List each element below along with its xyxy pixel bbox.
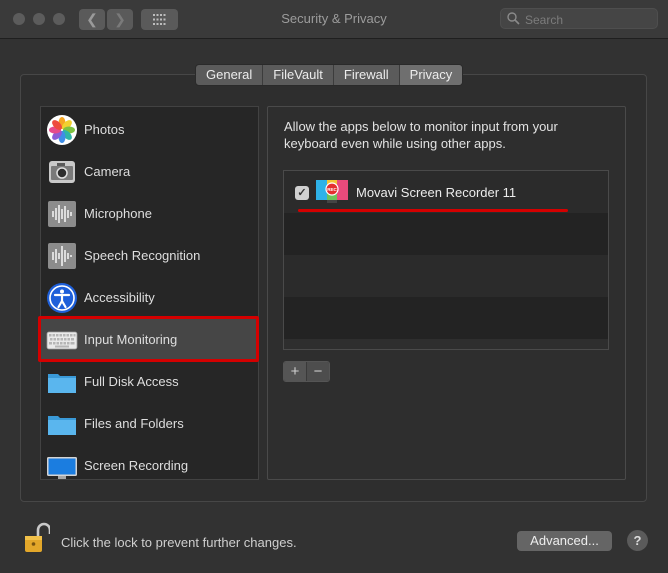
- underline-annotation: [298, 209, 568, 212]
- sidebar-item-label: Screen Recording: [84, 458, 189, 473]
- help-button[interactable]: ?: [627, 530, 648, 551]
- speech-recognition-icon: [48, 243, 76, 269]
- display-icon: [47, 457, 77, 479]
- camera-icon: [49, 161, 75, 183]
- lock-open-icon[interactable]: [22, 522, 50, 554]
- remove-app-button[interactable]: −: [306, 362, 329, 381]
- accessibility-icon: [47, 283, 77, 313]
- search-input[interactable]: [523, 11, 655, 28]
- sidebar-item-speech-recognition[interactable]: Speech Recognition: [41, 235, 258, 277]
- rec-label: REC: [327, 187, 337, 192]
- app-list[interactable]: ✓ REC Movavi Screen Recorder 11: [283, 170, 609, 350]
- title-bar: ❮ ❯ Security & Privacy: [0, 0, 668, 39]
- sidebar-item-label: Photos: [84, 122, 125, 137]
- add-remove-control: + −: [283, 361, 330, 382]
- folder-icon: [48, 374, 76, 393]
- sidebar-item-label: Files and Folders: [84, 416, 184, 431]
- privacy-category-list[interactable]: Photos Camera Microphone Speech Recognit…: [40, 106, 259, 480]
- sidebar-item-screen-recording[interactable]: Screen Recording: [41, 445, 258, 479]
- tab-privacy[interactable]: Privacy: [399, 65, 463, 85]
- movavi-recorder-icon: REC: [316, 180, 348, 203]
- add-app-button[interactable]: +: [284, 362, 306, 381]
- sidebar-item-label: Accessibility: [84, 290, 155, 305]
- lock-status-text: Click the lock to prevent further change…: [61, 535, 297, 550]
- sidebar-item-label: Speech Recognition: [84, 248, 201, 263]
- sidebar-item-files-and-folders[interactable]: Files and Folders: [41, 403, 258, 445]
- photos-icon: [47, 115, 77, 145]
- tab-general[interactable]: General: [196, 65, 264, 85]
- folder-icon: [48, 416, 76, 435]
- sidebar-item-accessibility[interactable]: Accessibility: [41, 277, 258, 319]
- list-item: [284, 297, 608, 339]
- permission-description: Allow the apps below to monitor input fr…: [284, 119, 558, 151]
- sidebar-item-camera[interactable]: Camera: [41, 151, 258, 193]
- app-name: Movavi Screen Recorder 11: [356, 185, 517, 200]
- sidebar-item-microphone[interactable]: Microphone: [41, 193, 258, 235]
- advanced-button[interactable]: Advanced...: [517, 531, 612, 551]
- tab-firewall[interactable]: Firewall: [334, 65, 400, 85]
- microphone-icon: [48, 201, 76, 227]
- app-enable-checkbox[interactable]: ✓: [295, 186, 309, 200]
- sidebar-item-photos[interactable]: Photos: [41, 109, 258, 151]
- list-item: [284, 255, 608, 297]
- list-item[interactable]: ✓ REC Movavi Screen Recorder 11: [284, 171, 608, 213]
- tab-bar: General FileVault Firewall Privacy: [195, 64, 464, 86]
- search-icon: [507, 12, 520, 25]
- tab-filevault[interactable]: FileVault: [263, 65, 334, 85]
- sidebar-item-full-disk-access[interactable]: Full Disk Access: [41, 361, 258, 403]
- selection-highlight-annotation: [38, 316, 259, 362]
- sidebar-item-label: Camera: [84, 164, 131, 179]
- sidebar-item-label: Full Disk Access: [84, 374, 179, 389]
- list-item: [284, 213, 608, 255]
- search-field[interactable]: [500, 8, 658, 29]
- sidebar-item-label: Microphone: [84, 206, 152, 221]
